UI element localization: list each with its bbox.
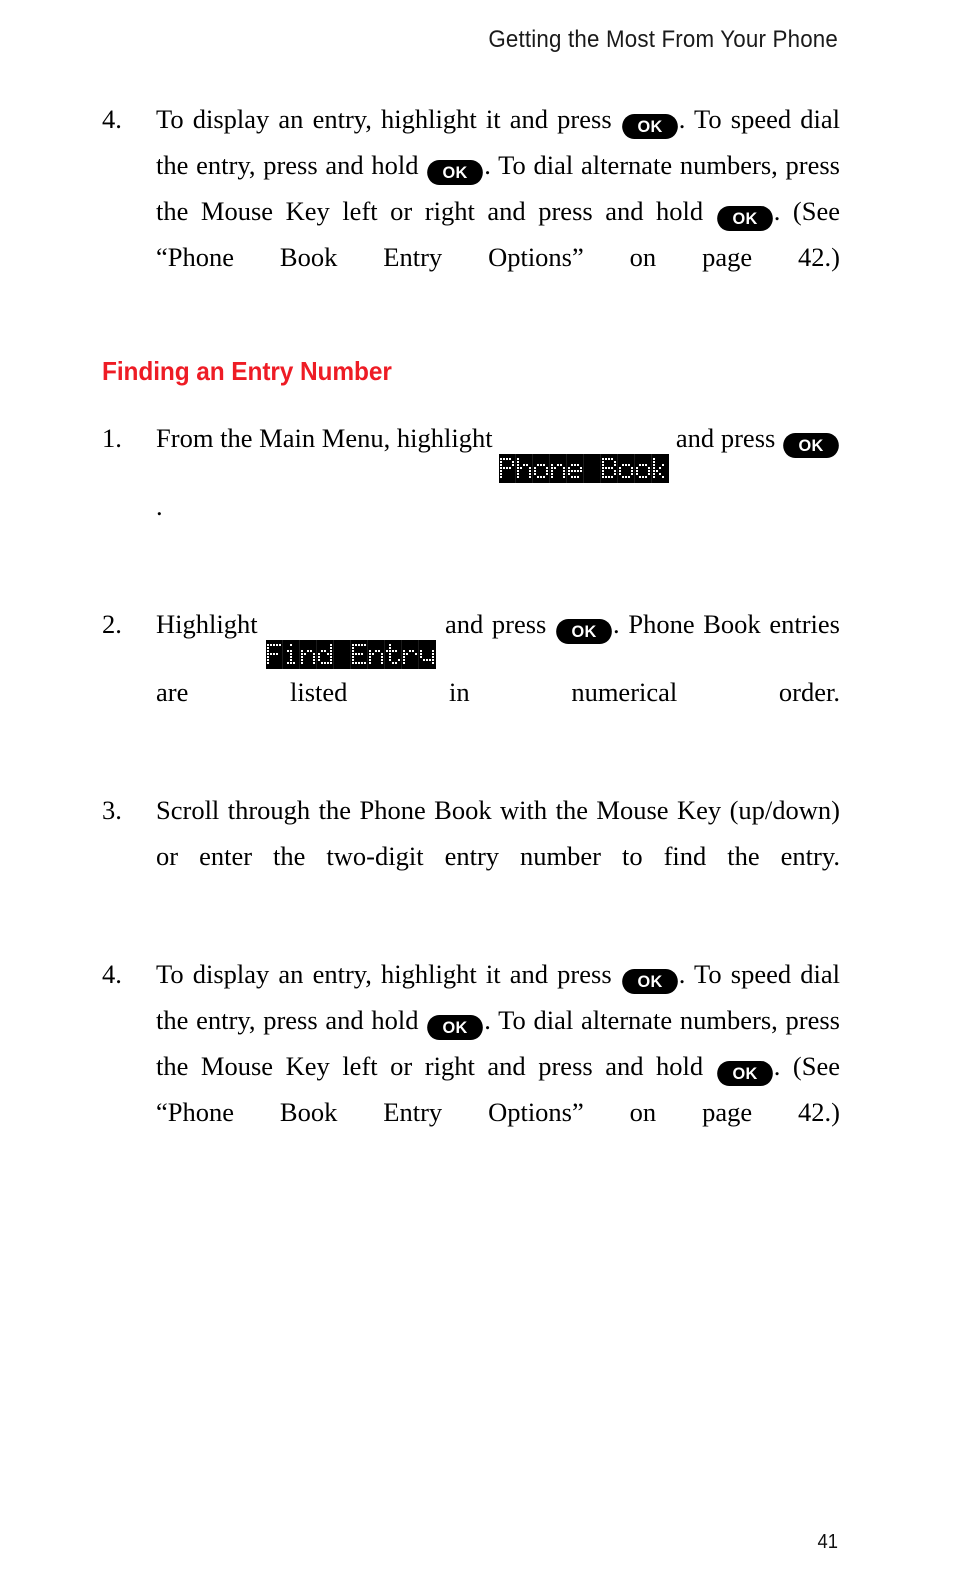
numbered-list-item: 1. From the Main Menu, highlight and pres… (100, 415, 840, 575)
lcd-character-cell (419, 640, 437, 669)
lcd-character-cell (317, 640, 335, 669)
list-item-number: 4. (102, 104, 122, 134)
lcd-character-cell (567, 454, 585, 483)
ok-key-button[interactable]: OK (621, 114, 678, 139)
lcd-character-cell (584, 454, 602, 483)
lcd-menu-label (499, 454, 670, 483)
list-item-text: To display an entry, highlight it and pr… (156, 104, 840, 272)
list-item-number: 2. (102, 609, 122, 639)
list-item-number: 1. (102, 423, 122, 453)
lcd-character-cell (368, 640, 386, 669)
page-number: 41 (817, 1531, 838, 1553)
intro-step-list: 4. To display an entry, highlight it and … (100, 96, 840, 326)
running-header: Getting the Most From Your Phone (488, 26, 838, 53)
lcd-character-cell (283, 640, 301, 669)
lcd-character-cell (385, 640, 403, 669)
lcd-character-cell (652, 454, 670, 483)
numbered-list-item: 4. To display an entry, highlight it and … (100, 951, 840, 1181)
ok-key-button[interactable]: OK (783, 433, 839, 458)
list-item-text: From the Main Menu, highlight and press … (156, 415, 840, 575)
ok-key-button[interactable]: OK (556, 619, 612, 644)
ok-key-button[interactable]: OK (427, 160, 484, 185)
lcd-character-cell (601, 454, 619, 483)
ok-key-button[interactable]: OK (716, 1061, 773, 1086)
lcd-character-cell (550, 454, 568, 483)
list-item-number: 3. (102, 795, 122, 825)
lcd-character-cell (351, 640, 369, 669)
list-item-text: To display an entry, highlight it and pr… (156, 959, 840, 1127)
lcd-character-cell (635, 454, 653, 483)
list-item-text: Scroll through the Phone Book with the M… (156, 795, 840, 871)
numbered-step-list: 1. From the Main Menu, highlight and pres… (100, 415, 840, 1181)
lcd-character-cell (334, 640, 352, 669)
numbered-list-item: 3. Scroll through the Phone Book with the… (100, 787, 840, 925)
lcd-character-cell (300, 640, 318, 669)
section-heading-finding-an-entry-number: Finding an Entry Number (102, 356, 392, 386)
numbered-list-item: 2. Highlight and press OK. Phone Book ent… (100, 601, 840, 761)
lcd-character-cell (618, 454, 636, 483)
lcd-character-cell (499, 454, 517, 483)
lcd-character-cell (266, 640, 284, 669)
lcd-character-cell (516, 454, 534, 483)
numbered-list-item: 4. To display an entry, highlight it and … (100, 96, 840, 326)
lcd-character-cell (402, 640, 420, 669)
lcd-character-cell (533, 454, 551, 483)
ok-key-button[interactable]: OK (716, 206, 773, 231)
list-item-number: 4. (102, 959, 122, 989)
lcd-menu-label (266, 640, 437, 669)
page-content: 4. To display an entry, highlight it and … (100, 96, 840, 1207)
list-item-text: Highlight and press OK. Phone Book entri… (156, 609, 840, 707)
ok-key-button[interactable]: OK (621, 969, 678, 994)
ok-key-button[interactable]: OK (427, 1015, 484, 1040)
